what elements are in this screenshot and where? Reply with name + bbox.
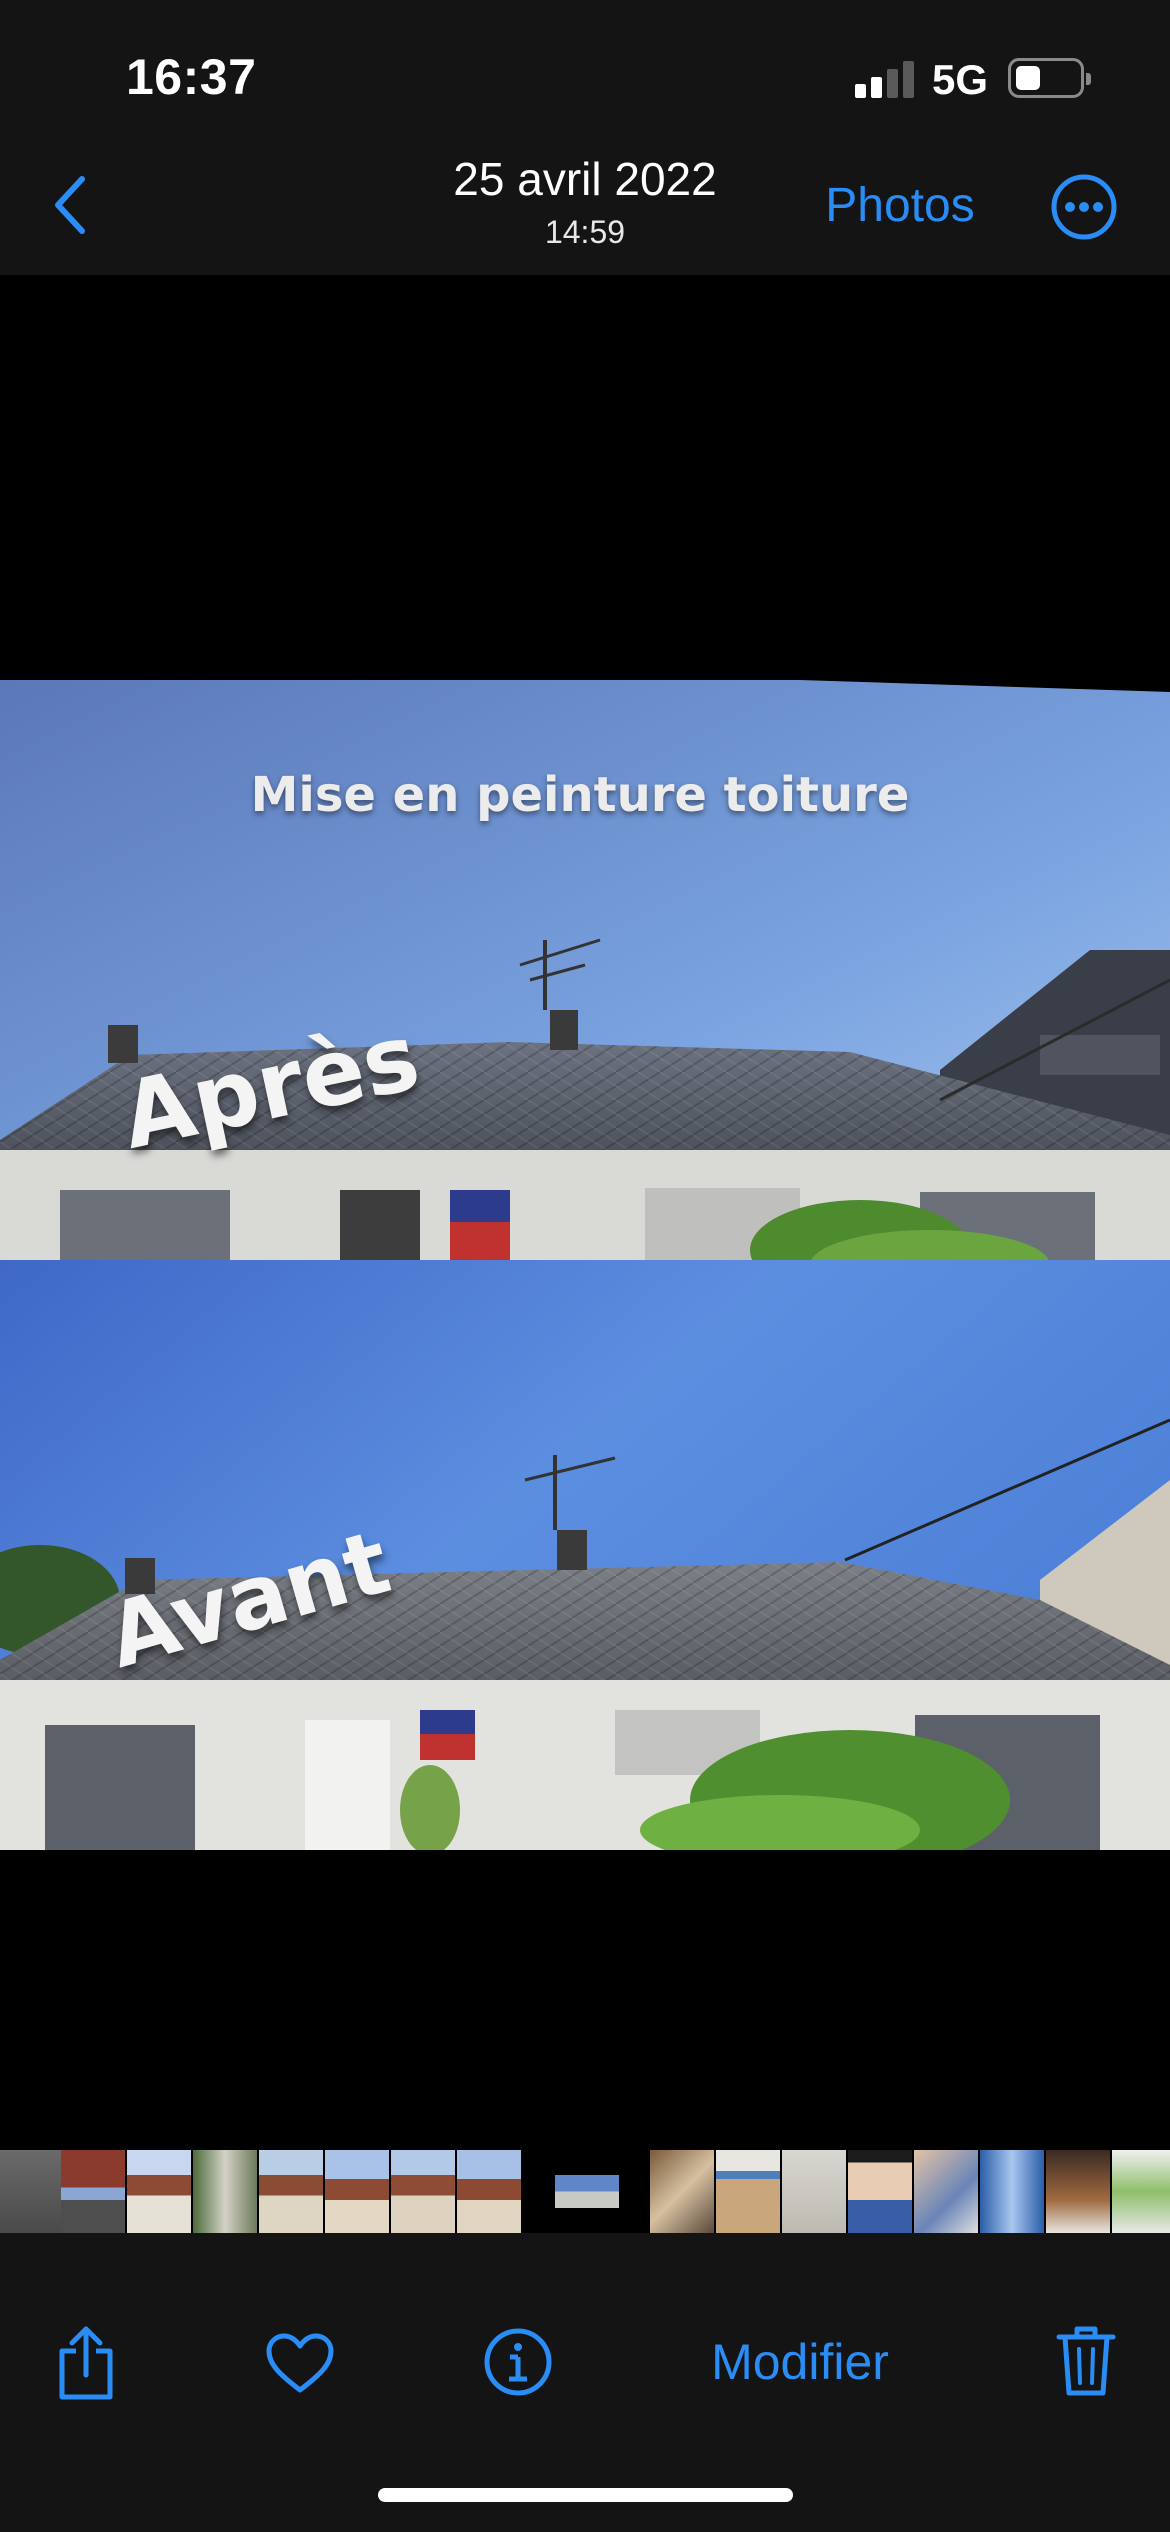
heart-icon (266, 2333, 334, 2393)
photo-caption: Mise en peinture toiture (250, 767, 910, 823)
thumbnail[interactable] (650, 2150, 714, 2233)
thumbnail[interactable] (980, 2150, 1044, 2233)
thumbnail[interactable] (914, 2150, 978, 2233)
photo-viewer[interactable]: Mise en peinture toiture Après Avant (0, 275, 1170, 2150)
share-button[interactable] (48, 2320, 124, 2406)
thumbnail[interactable] (61, 2150, 125, 2233)
thumbnail[interactable] (259, 2150, 323, 2233)
thumbnail[interactable] (127, 2150, 191, 2233)
delete-button[interactable] (1048, 2318, 1124, 2404)
photo-date: 25 avril 2022 (453, 153, 717, 205)
thumbnail[interactable] (0, 2150, 64, 2233)
roof-before-after-photo (0, 680, 1170, 1850)
favorite-button[interactable] (258, 2325, 342, 2401)
battery-icon (1008, 58, 1091, 98)
network-type: 5G (932, 56, 989, 103)
thumbnail[interactable] (193, 2150, 257, 2233)
share-icon (59, 2326, 113, 2400)
chevron-left-icon (55, 176, 85, 234)
info-icon (484, 2328, 552, 2396)
thumbnail-current[interactable] (555, 2150, 619, 2233)
thumbnail[interactable] (1112, 2150, 1170, 2233)
top-bar: 16:37 5G 25 avril 2022 14:59 Photos (0, 0, 1170, 275)
home-indicator[interactable] (378, 2488, 793, 2502)
back-button[interactable] (40, 170, 100, 240)
thumbnail[interactable] (457, 2150, 521, 2233)
more-button[interactable] (1050, 173, 1118, 241)
thumbnail-strip[interactable] (0, 2150, 1170, 2233)
thumbnail[interactable] (848, 2150, 912, 2233)
thumbnail[interactable] (391, 2150, 455, 2233)
info-button[interactable] (478, 2322, 558, 2402)
photo-time: 14:59 (544, 214, 626, 250)
photos-button[interactable]: Photos (800, 178, 1000, 233)
thumbnail[interactable] (716, 2150, 780, 2233)
cellular-signal-icon (855, 58, 915, 98)
edit-button[interactable]: Modifier (690, 2333, 910, 2391)
thumbnail[interactable] (782, 2150, 846, 2233)
ellipsis-circle-icon (1051, 174, 1117, 240)
trash-icon (1056, 2326, 1116, 2396)
thumbnail[interactable] (1046, 2150, 1110, 2233)
status-time: 16:37 (126, 49, 257, 105)
thumbnail[interactable] (325, 2150, 389, 2233)
